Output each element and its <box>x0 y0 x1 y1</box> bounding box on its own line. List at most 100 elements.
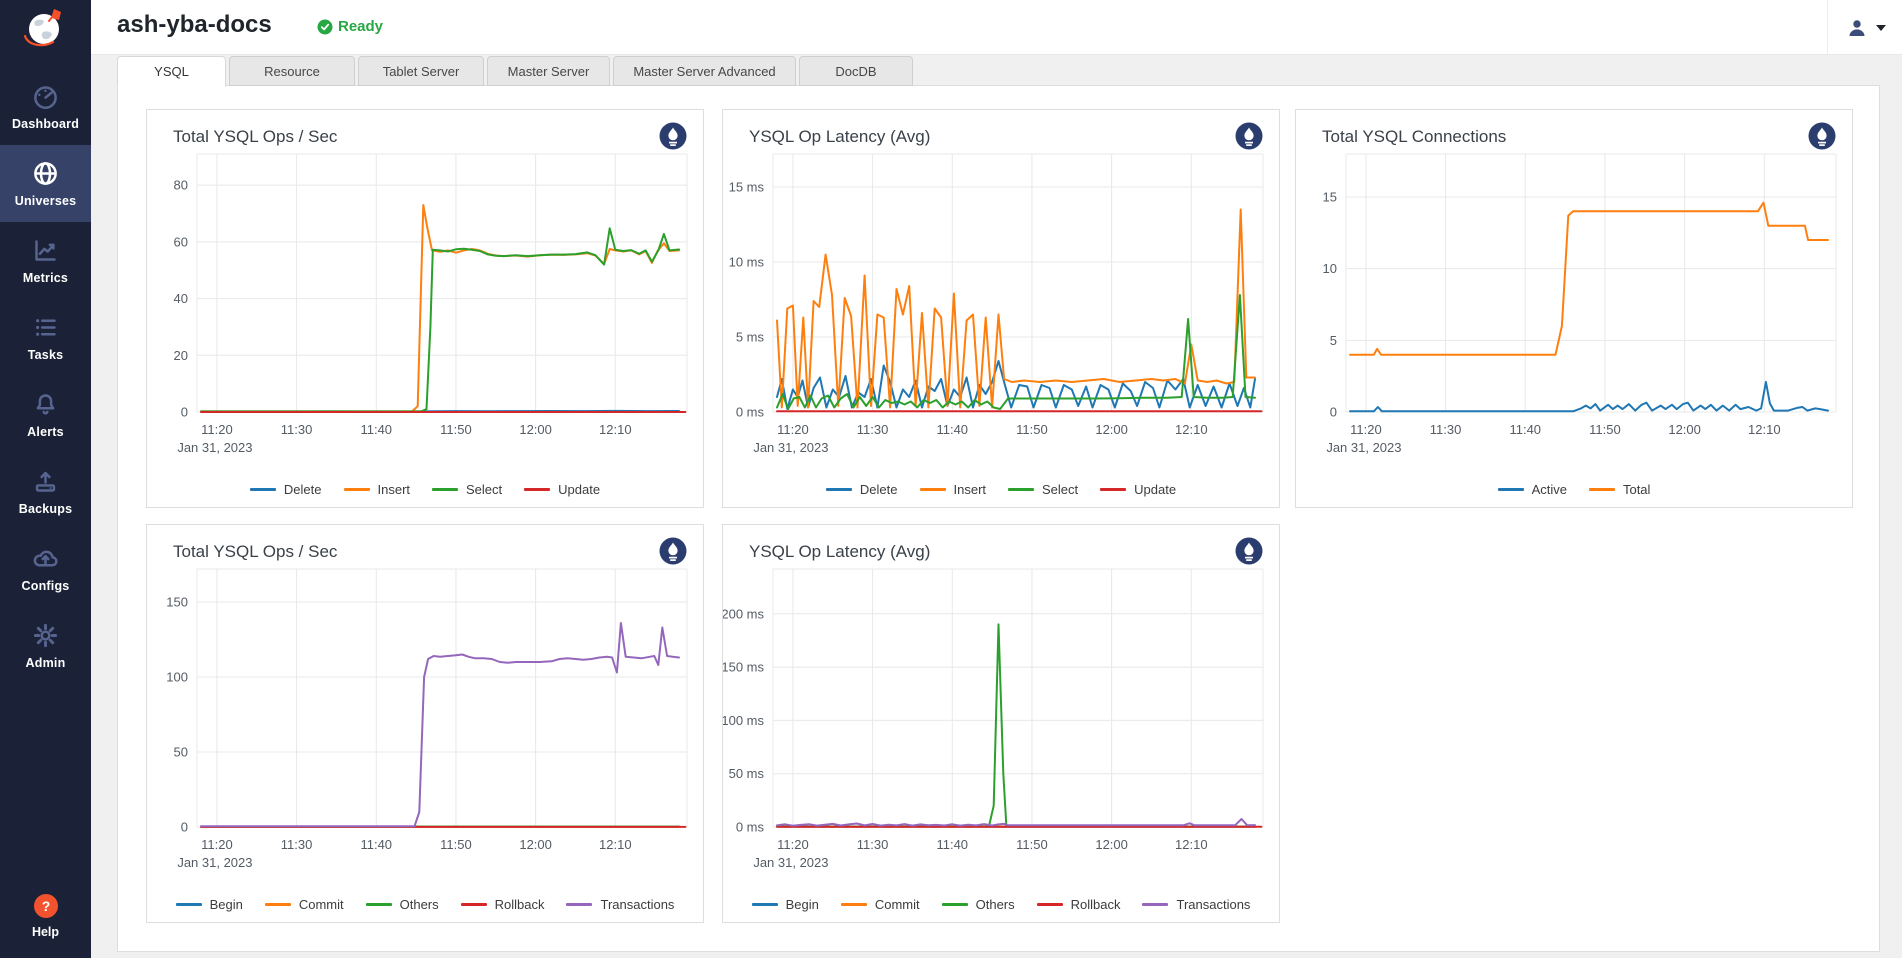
x-tick-label: 11:30 <box>281 422 313 437</box>
legend-item-delete[interactable]: Delete <box>826 482 898 497</box>
metrics-tab-bar: YSQL Resource Tablet Server Master Serve… <box>117 56 916 86</box>
y-tick-label: 60 <box>174 234 188 249</box>
x-tick-label: 11:40 <box>360 837 392 852</box>
legend-item-others[interactable]: Others <box>366 897 439 912</box>
chart-title: Total YSQL Ops / Sec <box>173 542 337 562</box>
y-tick-label: 50 ms <box>729 766 765 781</box>
tab-label: Master Server Advanced <box>633 64 775 79</box>
status-label: Ready <box>338 18 383 35</box>
legend-item-rollback[interactable]: Rollback <box>461 897 545 912</box>
x-tick-label: 11:40 <box>1509 422 1541 437</box>
x-tick-label: 11:30 <box>857 837 889 852</box>
sidebar-item-dashboard[interactable]: Dashboard <box>0 68 91 145</box>
legend-label: Delete <box>860 482 898 497</box>
legend-label: Update <box>558 482 600 497</box>
legend-item-begin[interactable]: Begin <box>752 897 819 912</box>
chart-title: YSQL Op Latency (Avg) <box>749 542 930 562</box>
tab-resource[interactable]: Resource <box>229 56 355 86</box>
sidebar-item-label: Tasks <box>28 348 64 362</box>
legend-label: Total <box>1623 482 1650 497</box>
legend-item-select[interactable]: Select <box>1008 482 1078 497</box>
logo[interactable] <box>0 0 91 55</box>
chart-panel-total-ysql-ops: Total YSQL Ops / Sec 02040608011:2011:30… <box>146 109 704 508</box>
cloud-upload-icon <box>32 545 59 572</box>
legend-item-commit[interactable]: Commit <box>265 897 344 912</box>
sidebar-item-configs[interactable]: Configs <box>0 530 91 607</box>
sidebar-item-alerts[interactable]: Alerts <box>0 376 91 453</box>
x-tick-label: 11:50 <box>1016 422 1048 437</box>
svg-text:?: ? <box>41 898 50 914</box>
sidebar-item-metrics[interactable]: Metrics <box>0 222 91 299</box>
legend-item-update[interactable]: Update <box>1100 482 1176 497</box>
backup-upload-icon <box>32 468 59 495</box>
y-tick-label: 200 ms <box>723 606 764 621</box>
legend-label: Transactions <box>1176 897 1250 912</box>
legend-swatch <box>265 903 291 906</box>
legend-swatch <box>826 488 852 491</box>
tab-master-server[interactable]: Master Server <box>487 56 610 86</box>
legend-label: Begin <box>210 897 243 912</box>
x-tick-label: 12:00 <box>1095 422 1128 437</box>
legend-item-transactions[interactable]: Transactions <box>566 897 674 912</box>
x-axis-date-label: Jan 31, 2023 <box>753 855 828 870</box>
legend-item-total[interactable]: Total <box>1589 482 1650 497</box>
legend-item-begin[interactable]: Begin <box>176 897 243 912</box>
y-tick-label: 40 <box>174 291 188 306</box>
user-menu[interactable] <box>1827 0 1896 55</box>
tab-tablet-server[interactable]: Tablet Server <box>358 56 484 86</box>
tab-label: Tablet Server <box>383 64 460 79</box>
legend-label: Begin <box>786 897 819 912</box>
sidebar-item-tasks[interactable]: Tasks <box>0 299 91 376</box>
y-tick-label: 15 ms <box>729 180 765 195</box>
legend-label: Commit <box>299 897 344 912</box>
legend-swatch <box>942 903 968 906</box>
x-tick-label: 11:40 <box>936 837 968 852</box>
tab-master-server-advanced[interactable]: Master Server Advanced <box>613 56 796 86</box>
series-line-active <box>1350 382 1828 411</box>
sidebar-item-admin[interactable]: Admin <box>0 607 91 684</box>
y-tick-label: 5 ms <box>736 330 765 345</box>
legend-swatch <box>176 903 202 906</box>
legend-item-delete[interactable]: Delete <box>250 482 322 497</box>
y-tick-label: 100 <box>166 670 188 685</box>
chart-panel-transaction-latency: YSQL Op Latency (Avg) 0 ms50 ms100 ms150… <box>722 524 1280 923</box>
sidebar-item-backups[interactable]: Backups <box>0 453 91 530</box>
legend-item-active[interactable]: Active <box>1498 482 1567 497</box>
y-tick-label: 10 <box>1323 261 1337 276</box>
x-tick-label: 11:20 <box>777 422 809 437</box>
chart-line-icon <box>32 237 59 264</box>
legend-item-update[interactable]: Update <box>524 482 600 497</box>
legend-swatch <box>344 488 370 491</box>
y-tick-label: 0 <box>1330 405 1337 420</box>
y-tick-label: 0 <box>181 405 188 420</box>
tab-docdb[interactable]: DocDB <box>799 56 913 86</box>
legend-swatch <box>524 488 550 491</box>
line-chart-transaction-latency: 0 ms50 ms100 ms150 ms200 ms11:2011:3011:… <box>723 561 1281 891</box>
legend-label: Update <box>1134 482 1176 497</box>
series-line-others <box>777 624 1255 826</box>
sidebar-item-universes[interactable]: Universes <box>0 145 91 222</box>
legend-label: Insert <box>954 482 987 497</box>
tab-ysql[interactable]: YSQL <box>117 56 226 87</box>
legend-item-select[interactable]: Select <box>432 482 502 497</box>
y-tick-label: 150 <box>166 595 188 610</box>
legend-item-commit[interactable]: Commit <box>841 897 920 912</box>
question-circle-icon: ? <box>33 893 59 919</box>
chart-title: YSQL Op Latency (Avg) <box>749 127 930 147</box>
line-chart-transaction-ops: 05010015011:2011:3011:4011:5012:0012:10J… <box>147 561 705 891</box>
bell-icon <box>32 391 59 418</box>
sidebar-item-help[interactable]: ? Help <box>0 880 91 952</box>
legend-label: Transactions <box>600 897 674 912</box>
header: ash-yba-docs Ready <box>91 0 1902 55</box>
legend-item-insert[interactable]: Insert <box>344 482 411 497</box>
x-tick-label: 11:20 <box>201 422 233 437</box>
x-tick-label: 11:50 <box>1589 422 1621 437</box>
legend-label: Delete <box>284 482 322 497</box>
legend-item-transactions[interactable]: Transactions <box>1142 897 1250 912</box>
legend-item-others[interactable]: Others <box>942 897 1015 912</box>
legend-item-insert[interactable]: Insert <box>920 482 987 497</box>
legend-swatch <box>566 903 592 906</box>
legend-swatch <box>461 903 487 906</box>
legend-item-rollback[interactable]: Rollback <box>1037 897 1121 912</box>
legend-swatch <box>1589 488 1615 491</box>
